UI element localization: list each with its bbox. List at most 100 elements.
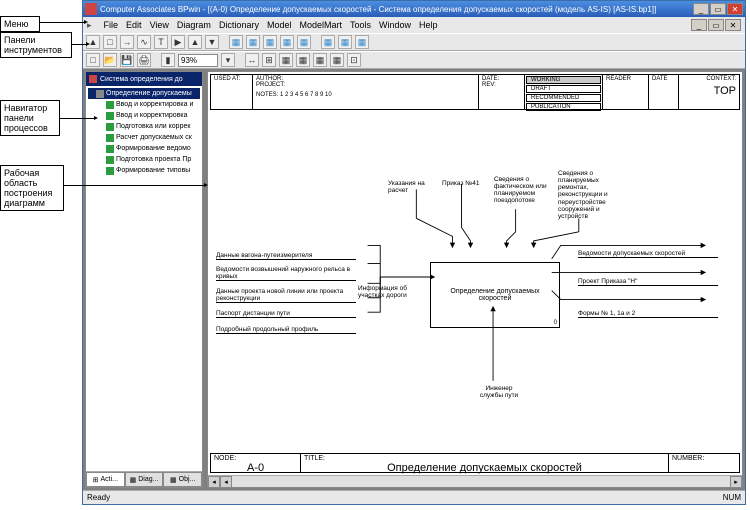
arrow-tool[interactable]: →: [120, 35, 134, 49]
mdi-close-button[interactable]: ✕: [725, 19, 741, 31]
menu-help[interactable]: Help: [419, 20, 438, 30]
tb2-c[interactable]: ▦: [279, 53, 293, 67]
titlebar: Computer Associates BPwin - [(A-0) Опред…: [83, 1, 745, 17]
tb-btn-e[interactable]: ▦: [297, 35, 311, 49]
statusbar: Ready NUM: [83, 490, 745, 504]
workspace: Система определения до Определение допус…: [83, 69, 745, 490]
tb-btn-g[interactable]: ▦: [338, 35, 352, 49]
mdi-minimize-button[interactable]: _: [691, 19, 707, 31]
menu-window[interactable]: Window: [379, 20, 411, 30]
menu-view[interactable]: View: [150, 20, 169, 30]
zoom-dropdown[interactable]: ▾: [221, 53, 235, 67]
navigator-tabs: ⊞Acti... ▦Diag... ▦Obj...: [86, 471, 202, 487]
tri-down-tool[interactable]: ▼: [205, 35, 219, 49]
tb2-a[interactable]: ↔: [245, 53, 259, 67]
input-label: Паспорт дистанции пути: [216, 310, 356, 318]
scroll-left2[interactable]: ◂: [220, 476, 232, 488]
maximize-button[interactable]: ▭: [710, 3, 726, 15]
menubar: ▸ File Edit View Diagram Dictionary Mode…: [83, 17, 745, 33]
mechanism-label: Инженер службы пути: [474, 385, 524, 399]
tb-btn-a[interactable]: ▦: [229, 35, 243, 49]
menu-edit[interactable]: Edit: [126, 20, 142, 30]
tree-item[interactable]: Подготовка проекта Пр: [88, 154, 200, 165]
callout-workarea: Рабочая область построения диаграмм: [0, 165, 64, 211]
tree-root[interactable]: Определение допускаемы: [88, 88, 200, 99]
navigator-title: Система определения до: [100, 76, 183, 83]
mdi-maximize-button[interactable]: ▭: [708, 19, 724, 31]
tree-item[interactable]: Подготовка или коррек: [88, 121, 200, 132]
tb2-b[interactable]: ⊞: [262, 53, 276, 67]
tree-item[interactable]: Расчет допускаемых ск: [88, 132, 200, 143]
tb2-d[interactable]: ▦: [296, 53, 310, 67]
tb-btn-d[interactable]: ▦: [280, 35, 294, 49]
control-label: Приказ №41: [442, 180, 488, 187]
print-button[interactable]: 🖨: [137, 53, 151, 67]
tree-item[interactable]: Ввод и корректировка и: [88, 99, 200, 110]
tab-objects[interactable]: ▦Obj...: [163, 472, 202, 487]
input-label: Ведомости возвышений наружного рельса в …: [216, 266, 356, 281]
callout-navigator: Навигатор панели процессов: [0, 100, 60, 136]
new-button[interactable]: □: [86, 53, 100, 67]
tb-btn-f[interactable]: ▦: [321, 35, 335, 49]
control-label: Сведения о планируемых ремонтах, реконст…: [558, 170, 628, 220]
output-label: Проект Приказа "Н": [578, 278, 718, 286]
up-tool[interactable]: ▶: [171, 35, 185, 49]
menu-model[interactable]: Model: [267, 20, 292, 30]
flag-button[interactable]: ▮: [161, 53, 175, 67]
status-num: NUM: [723, 493, 741, 502]
tb2-g[interactable]: ⊡: [347, 53, 361, 67]
canvas-scrollbar[interactable]: ◂ ◂ ▸: [208, 475, 742, 487]
tb2-f[interactable]: ▦: [330, 53, 344, 67]
tb-btn-h[interactable]: ▦: [355, 35, 369, 49]
input-label: Подробный продольный профиль: [216, 326, 356, 334]
tb-btn-b[interactable]: ▦: [246, 35, 260, 49]
input-label: Данные вагона-путеизмерителя: [216, 252, 356, 260]
idef-header: USED AT: AUTHOR: PROJECT: NOTES: 1 2 3 4…: [210, 74, 740, 110]
tree-item[interactable]: Формирование ведомо: [88, 143, 200, 154]
toolbar-2: □ 📂 💾 🖨 ▮ 93% ▾ ↔ ⊞ ▦ ▦ ▦ ▦ ⊡: [83, 51, 745, 69]
tree-item[interactable]: Ввод и корректировка: [88, 110, 200, 121]
close-button[interactable]: ✕: [727, 3, 743, 15]
control-label: Сведения о фактическом или планируемом п…: [494, 176, 554, 205]
tb-btn-c[interactable]: ▦: [263, 35, 277, 49]
status-ready: Ready: [87, 493, 110, 502]
box-tool[interactable]: □: [103, 35, 117, 49]
tri-up-tool[interactable]: ▲: [188, 35, 202, 49]
app-icon: [85, 3, 97, 15]
zoom-combo[interactable]: 93%: [178, 54, 218, 67]
open-button[interactable]: 📂: [103, 53, 117, 67]
menu-tools[interactable]: Tools: [350, 20, 371, 30]
tb2-e[interactable]: ▦: [313, 53, 327, 67]
callout-toolbars: Панели инструментов: [0, 32, 72, 58]
inputs-group-label: Информация об участках дороги: [358, 285, 418, 299]
control-label: Указания на расчет: [388, 180, 434, 194]
output-label: Ведомости допускаемых скоростей: [578, 250, 718, 258]
squiggle-tool[interactable]: ∿: [137, 35, 151, 49]
navigator-head: Система определения до: [86, 72, 202, 86]
model-icon: [89, 75, 97, 83]
tree-item[interactable]: Формирование типовы: [88, 165, 200, 176]
toolbar-1: ▲ □ → ∿ T ▶ ▲ ▼ ▦ ▦ ▦ ▦ ▦ ▦ ▦ ▦: [83, 33, 745, 51]
title-text: Computer Associates BPwin - [(A-0) Опред…: [100, 5, 693, 14]
input-label: Данные проекта новой линии или проекта р…: [216, 288, 356, 303]
tab-activities[interactable]: ⊞Acti...: [86, 472, 125, 487]
menu-diagram[interactable]: Diagram: [177, 20, 211, 30]
text-tool[interactable]: T: [154, 35, 168, 49]
menu-dictionary[interactable]: Dictionary: [219, 20, 259, 30]
save-button[interactable]: 💾: [120, 53, 134, 67]
app-window: Computer Associates BPwin - [(A-0) Опред…: [82, 0, 746, 505]
navigator-panel: Система определения до Определение допус…: [85, 71, 203, 488]
process-box[interactable]: Определение допускаемых скоростей 0: [430, 262, 560, 328]
output-label: Формы № 1, 1а и 2: [578, 310, 718, 318]
idef-footer: NODE: A-0 TITLE: Определение допускаемых…: [210, 453, 740, 473]
menu-modelmart[interactable]: ModelMart: [299, 20, 342, 30]
scroll-right[interactable]: ▸: [730, 476, 742, 488]
tab-diagrams[interactable]: ▦Diag...: [125, 472, 164, 487]
callout-menu: Меню: [0, 16, 40, 32]
scroll-left[interactable]: ◂: [208, 476, 220, 488]
minimize-button[interactable]: _: [693, 3, 709, 15]
menu-file[interactable]: File: [104, 20, 119, 30]
diagram-canvas[interactable]: USED AT: AUTHOR: PROJECT: NOTES: 1 2 3 4…: [207, 71, 743, 488]
process-tree[interactable]: Определение допускаемы Ввод и корректиро…: [86, 86, 202, 471]
idef-body: Определение допускаемых скоростей 0 Данн…: [210, 110, 740, 453]
